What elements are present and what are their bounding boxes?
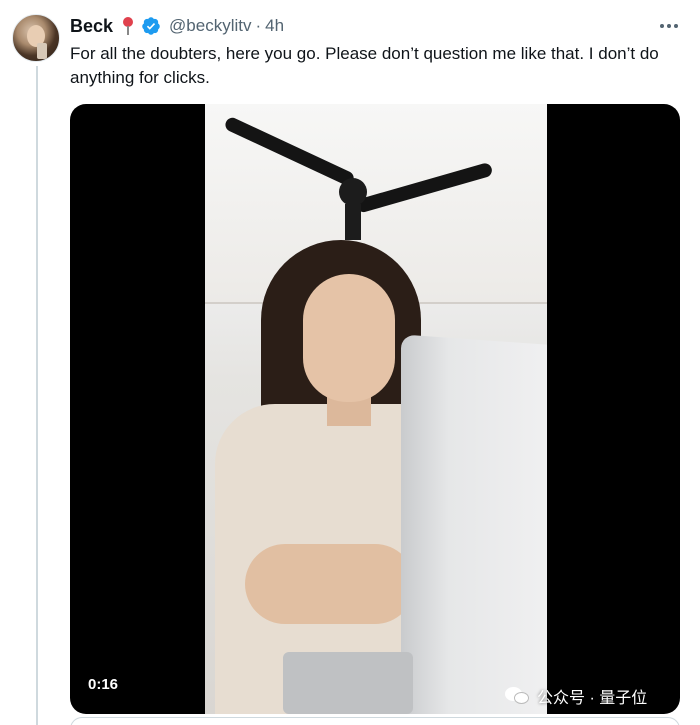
video-player[interactable]: 0:16: [70, 104, 680, 714]
watermark-text: 公众号 · 量子位: [537, 690, 648, 707]
ceiling-fan-stem: [345, 204, 361, 240]
more-options-icon[interactable]: [656, 18, 682, 34]
pushpin-icon: [121, 16, 135, 36]
thread-connector-line: [36, 66, 38, 725]
timestamp[interactable]: 4h: [265, 16, 284, 36]
wechat-icon: [505, 685, 531, 707]
verified-badge-icon[interactable]: [141, 16, 161, 36]
laptop-screen: [401, 334, 547, 714]
author-handle[interactable]: @beckylitv: [169, 16, 251, 36]
next-tweet-card-edge: [70, 717, 680, 725]
person-face: [303, 274, 395, 402]
avatar-phone: [37, 43, 47, 59]
person-hands: [245, 544, 415, 624]
separator-dot: ·: [255, 16, 262, 35]
avatar[interactable]: [12, 14, 60, 62]
ceiling-fan-hub: [339, 178, 367, 206]
video-frame: [205, 104, 547, 714]
tweet-text: For all the doubters, here you go. Pleas…: [70, 44, 659, 87]
video-duration: 0:16: [82, 673, 125, 696]
laptop-base: [283, 652, 413, 714]
tweet-header: Beck @beckylitv · 4h: [70, 14, 284, 38]
watermark: 公众号 · 量子位: [505, 682, 647, 710]
author-name[interactable]: Beck: [70, 16, 113, 37]
